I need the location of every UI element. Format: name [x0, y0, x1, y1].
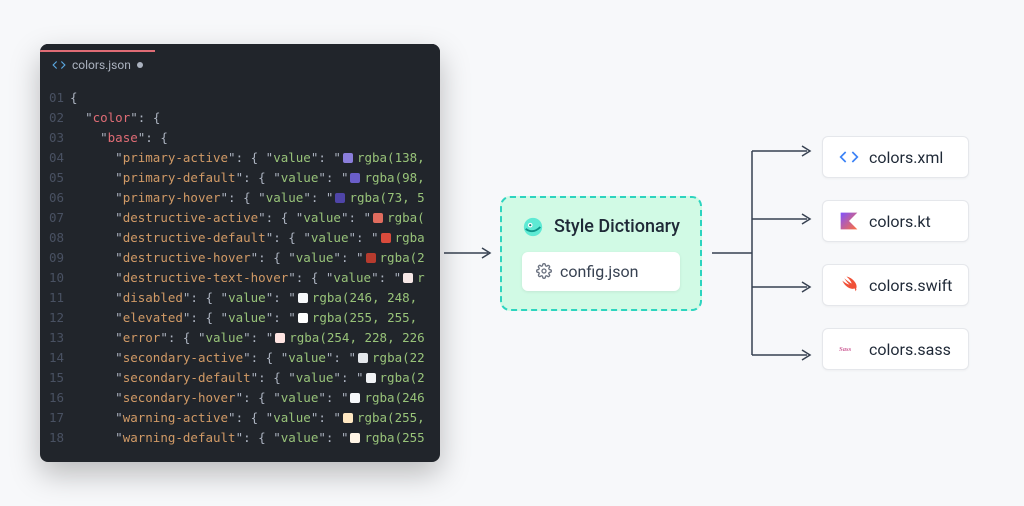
editor-tabbar: colors.json — [40, 44, 440, 78]
output-file-xml[interactable]: colors.xml — [822, 136, 969, 178]
code-line: 14 "secondary-active": { "value": "rgba(… — [40, 348, 440, 368]
code-line: 03 "base": { — [40, 128, 440, 148]
output-file-label: colors.swift — [869, 276, 952, 295]
code-line: 16 "secondary-hover": { "value": "rgba(2… — [40, 388, 440, 408]
config-file-label: config.json — [560, 262, 638, 281]
code-line: 10 "destructive-text-hover": { "value": … — [40, 268, 440, 288]
output-file-sass[interactable]: Sass colors.sass — [822, 328, 969, 370]
output-file-label: colors.sass — [869, 340, 951, 359]
gear-icon — [536, 263, 552, 279]
sass-icon: Sass — [839, 339, 859, 359]
arrow-editor-to-dictionary — [440, 243, 500, 263]
code-icon — [52, 58, 66, 72]
code-line: 07 "destructive-active": { "value": "rgb… — [40, 208, 440, 228]
code-line: 15 "secondary-default": { "value": "rgba… — [40, 368, 440, 388]
output-branches — [712, 123, 822, 383]
output-file-kt[interactable]: colors.kt — [822, 200, 969, 242]
style-dictionary-header: Style Dictionary — [522, 216, 680, 238]
code-line: 09 "destructive-hover": { "value": "rgba… — [40, 248, 440, 268]
code-line: 11 "disabled": { "value": "rgba(246, 248… — [40, 288, 440, 308]
svg-text:Sass: Sass — [839, 346, 852, 353]
chameleon-icon — [522, 216, 544, 238]
style-dictionary-title: Style Dictionary — [554, 216, 680, 237]
code-icon — [839, 147, 859, 167]
config-file-card[interactable]: config.json — [522, 252, 680, 291]
code-line: 06 "primary-hover": { "value": "rgba(73,… — [40, 188, 440, 208]
code-line: 01{ — [40, 88, 440, 108]
code-line: 05 "primary-default": { "value": "rgba(9… — [40, 168, 440, 188]
editor-tab-colors-json[interactable]: colors.json — [40, 50, 155, 78]
code-content: 01{02 "color": {03 "base": {04 "primary-… — [40, 78, 440, 462]
editor-tab-label: colors.json — [72, 58, 131, 72]
code-line: 04 "primary-active": { "value": "rgba(13… — [40, 148, 440, 168]
code-line: 17 "warning-active": { "value": "rgba(25… — [40, 408, 440, 428]
swift-icon — [839, 275, 859, 295]
output-files-list: colors.xml colors.kt colors.swift Sass color… — [822, 136, 969, 370]
kotlin-icon — [839, 211, 859, 231]
code-line: 08 "destructive-default": { "value": "rg… — [40, 228, 440, 248]
code-line: 13 "error": { "value": "rgba(254, 228, 2… — [40, 328, 440, 348]
code-editor: colors.json 01{02 "color": {03 "base": {… — [40, 44, 440, 462]
output-file-swift[interactable]: colors.swift — [822, 264, 969, 306]
style-dictionary-box: Style Dictionary config.json — [500, 196, 702, 311]
code-line: 02 "color": { — [40, 108, 440, 128]
output-file-label: colors.kt — [869, 212, 931, 231]
output-file-label: colors.xml — [869, 148, 943, 167]
code-line: 18 "warning-default": { "value": "rgba(2… — [40, 428, 440, 448]
code-line: 12 "elevated": { "value": "rgba(255, 255… — [40, 308, 440, 328]
tab-unsaved-dot — [137, 62, 143, 68]
